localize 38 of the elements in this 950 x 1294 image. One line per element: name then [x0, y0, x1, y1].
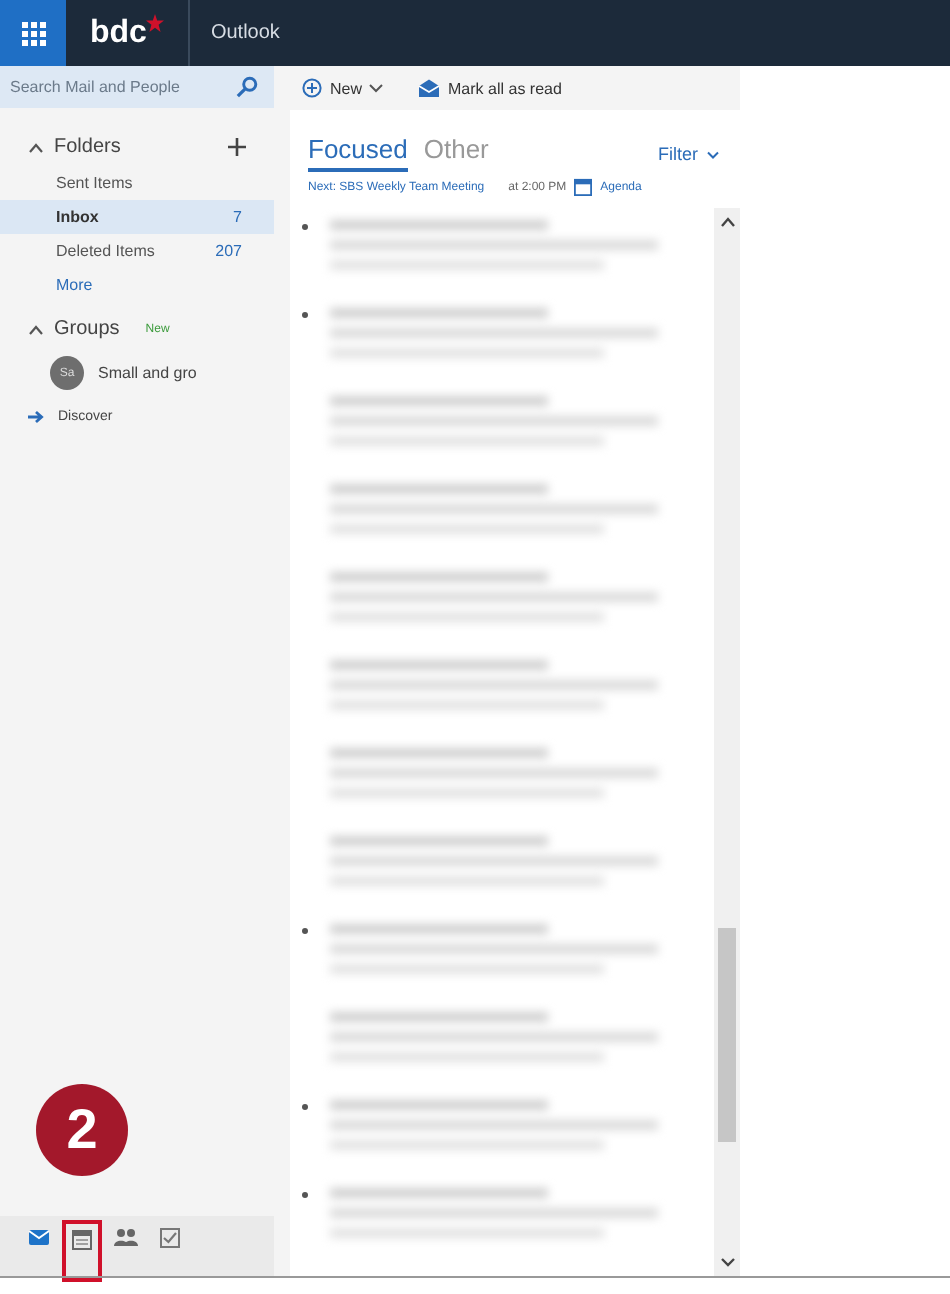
new-button[interactable]: New: [302, 78, 363, 98]
folder-item[interactable]: Deleted Items 207: [0, 234, 274, 268]
task-check-icon: [160, 1228, 180, 1248]
tab[interactable]: Focused: [308, 134, 408, 172]
calendar-button[interactable]: [62, 1220, 102, 1282]
grid-icon: [21, 21, 45, 45]
plus-icon[interactable]: [228, 138, 246, 156]
scroll-down-icon[interactable]: [719, 1256, 735, 1268]
group-item[interactable]: Small and gro: [98, 364, 197, 382]
chevron-icon[interactable]: [28, 323, 44, 335]
section-title: Groups: [54, 318, 120, 340]
search-box[interactable]: Search Mail and People: [0, 66, 274, 108]
mark-all-read-button[interactable]: Mark all as read: [418, 78, 562, 98]
people-icon: [114, 1228, 138, 1246]
logo-text: bdc: [90, 15, 147, 51]
folder-item[interactable]: Inbox 7: [0, 200, 274, 234]
app-launcher-button[interactable]: [0, 0, 66, 66]
caret-icon[interactable]: [368, 82, 385, 94]
calendar-icon: [574, 178, 593, 196]
calendar-icon: [72, 1230, 92, 1250]
scroll-up-icon[interactable]: [719, 216, 735, 228]
arrow-icon: [28, 410, 44, 424]
app-name: Outlook: [210, 22, 280, 44]
step-number-badge: 2: [36, 1084, 128, 1176]
caret-icon[interactable]: [706, 150, 720, 160]
section-title: Folders: [54, 136, 121, 158]
chevron-icon[interactable]: [28, 141, 44, 153]
more-link[interactable]: More: [0, 268, 149, 302]
envelope-icon: [27, 1228, 49, 1246]
scrollbar[interactable]: [714, 208, 740, 1276]
search-icon[interactable]: [236, 76, 258, 98]
filter-button[interactable]: Filter: [658, 144, 698, 172]
scrollbar-thumb[interactable]: [718, 927, 736, 1143]
star-icon: [146, 14, 165, 32]
plus-circle-icon: [302, 78, 322, 98]
open-envelope-icon: [418, 78, 441, 98]
search-field[interactable]: Search Mail and People: [10, 78, 236, 96]
folder-item[interactable]: Sent Items: [0, 166, 274, 200]
